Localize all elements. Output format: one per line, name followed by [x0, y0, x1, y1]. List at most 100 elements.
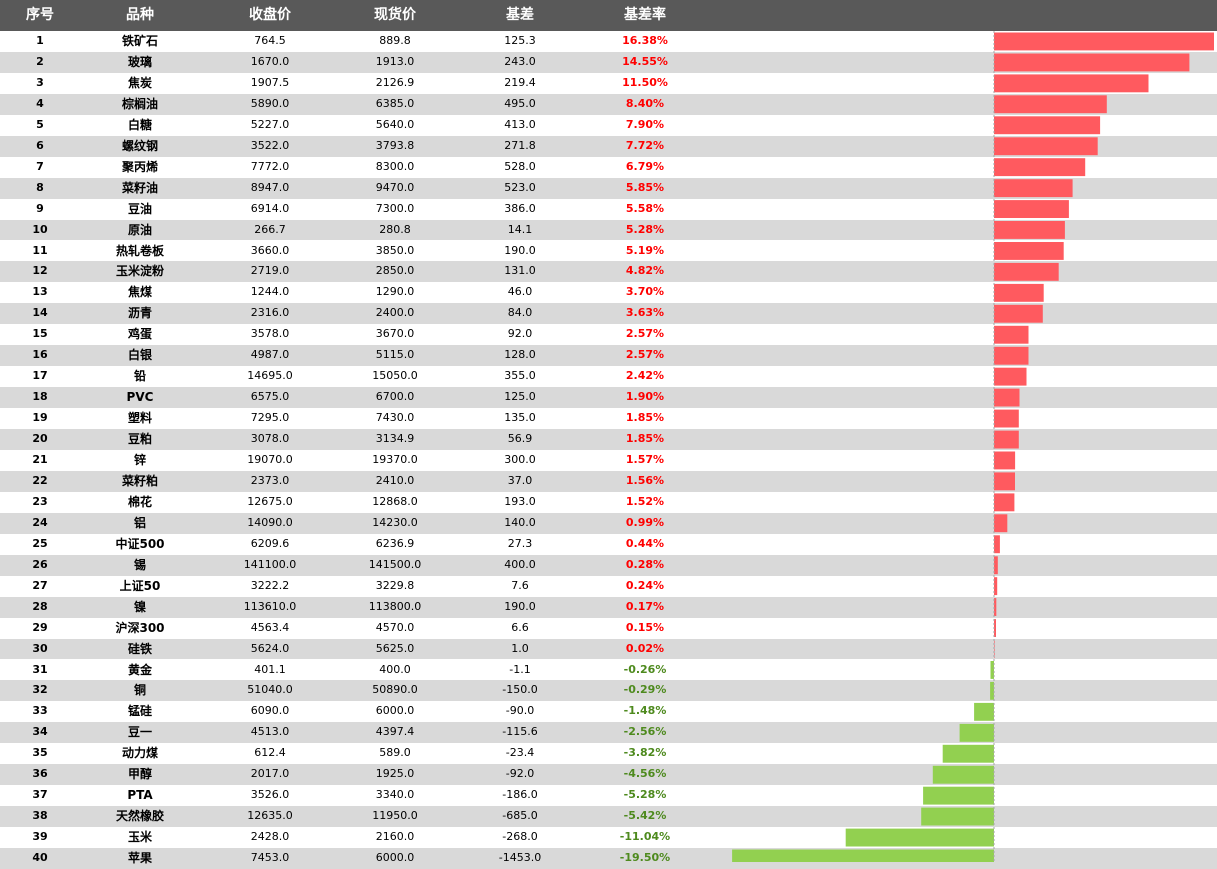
cell-index: 9	[36, 201, 44, 215]
cell-index: 40	[32, 851, 48, 865]
table-row: 39 玉米 2428.0 2160.0 -268.0 -11.04%	[0, 827, 1217, 848]
header-basis-rate: 基差率	[624, 7, 666, 23]
cell-spot-price: 6385.0	[375, 96, 415, 110]
cell-index: 25	[32, 536, 48, 550]
cell-basis: 386.0	[504, 201, 536, 215]
cell-spot-price: 7300.0	[375, 201, 415, 215]
cell-name: 铜	[133, 683, 146, 698]
cell-basis: -92.0	[505, 767, 535, 781]
cell-basis: -90.0	[505, 704, 535, 718]
cell-index: 35	[32, 746, 48, 760]
header-name: 品种	[126, 7, 154, 23]
table-row: 16 白银 4987.0 5115.0 128.0 2.57%	[0, 345, 1217, 367]
cell-index: 39	[32, 830, 48, 844]
cell-close-price: 5227.0	[250, 117, 290, 131]
cell-basis-rate: 0.17%	[625, 599, 665, 613]
cell-spot-price: 3340.0	[375, 788, 415, 802]
table-row: 26 锡 141100.0 141500.0 400.0 0.28%	[0, 554, 1217, 576]
cell-name: 沥青	[127, 306, 152, 321]
cell-name: 白糖	[127, 117, 152, 132]
cell-close-price: 2719.0	[250, 264, 290, 278]
cell-basis: 135.0	[504, 411, 536, 425]
cell-basis: 300.0	[504, 453, 536, 466]
cell-index: 13	[32, 285, 48, 299]
cell-close-price: 3222.2	[250, 578, 290, 592]
cell-name: 苹果	[127, 851, 152, 866]
cell-index: 7	[36, 159, 44, 173]
table-row: 36 甲醇 2017.0 1925.0 -92.0 -4.56%	[0, 764, 1217, 786]
cell-close-price: 4987.0	[250, 348, 290, 362]
cell-basis-rate: 0.02%	[625, 641, 665, 655]
cell-spot-price: 2400.0	[375, 306, 415, 320]
cell-close-price: 19070.0	[247, 453, 293, 466]
cell-index: 21	[32, 453, 48, 466]
cell-spot-price: 9470.0	[375, 180, 415, 194]
cell-basis-rate: -0.29%	[623, 683, 667, 697]
cell-close-price: 51040.0	[247, 683, 293, 697]
cell-spot-price: 7430.0	[375, 411, 415, 425]
cell-close-price: 5624.0	[250, 641, 290, 655]
cell-basis: 7.6	[511, 578, 529, 592]
cell-spot-price: 3793.8	[375, 138, 415, 152]
header-basis: 基差	[506, 7, 534, 23]
table-row: 32 铜 51040.0 50890.0 -150.0 -0.29%	[0, 680, 1217, 702]
cell-basis-rate: -4.56%	[623, 767, 667, 781]
cell-index: 38	[32, 809, 48, 823]
cell-name: 豆油	[127, 201, 152, 216]
cell-basis-rate: -5.28%	[623, 788, 667, 802]
cell-spot-price: 889.8	[379, 34, 411, 47]
table-row: 10 原油 266.7 280.8 14.1 5.28%	[0, 219, 1217, 241]
table-row: 23 棉花 12675.0 12868.0 193.0 1.52%	[0, 492, 1217, 513]
cell-name: 螺纹钢	[121, 138, 158, 153]
cell-name: 锌	[133, 453, 146, 467]
cell-close-price: 6914.0	[250, 201, 290, 215]
cell-basis: -685.0	[502, 809, 538, 823]
cell-basis: 271.8	[504, 138, 536, 152]
table-row: 40 苹果 7453.0 6000.0 -1453.0 -19.50%	[0, 848, 1217, 869]
cell-basis: 190.0	[504, 243, 536, 257]
cell-basis: 56.9	[507, 432, 533, 446]
cell-index: 6	[36, 138, 44, 152]
cell-name: 锡	[133, 557, 146, 572]
cell-basis-rate: -11.04%	[619, 830, 671, 844]
table-row: 25 中证500 6209.6 6236.9 27.3 0.44%	[0, 534, 1217, 555]
cell-basis-rate: 5.58%	[625, 201, 665, 215]
cell-basis: 495.0	[504, 96, 536, 110]
header-close-price: 收盘价	[249, 7, 291, 23]
cell-spot-price: 19370.0	[372, 453, 418, 466]
cell-basis-rate: 1.90%	[625, 390, 665, 404]
cell-index: 32	[32, 683, 48, 697]
table-row: 31 黄金 401.1 400.0 -1.1 -0.26%	[0, 660, 1217, 681]
cell-spot-price: 4570.0	[375, 620, 415, 634]
cell-index: 34	[32, 725, 48, 739]
cell-name: 玉米淀粉	[115, 264, 164, 279]
cell-index: 37	[32, 788, 48, 802]
table-row: 7 聚丙烯 7772.0 8300.0 528.0 6.79%	[0, 157, 1217, 178]
cell-basis-rate: 0.44%	[625, 536, 665, 550]
cell-name: 沪深300	[115, 620, 165, 635]
cell-basis: 1.0	[511, 641, 529, 655]
cell-basis-rate: -5.42%	[623, 809, 667, 823]
cell-close-price: 7772.0	[250, 159, 290, 173]
cell-name: 焦炭	[127, 75, 152, 90]
cell-name: 铁矿石	[121, 34, 158, 48]
cell-basis-rate: 3.63%	[625, 306, 665, 320]
cell-spot-price: 589.0	[379, 746, 411, 760]
table-row: 34 豆一 4513.0 4397.4 -115.6 -2.56%	[0, 722, 1217, 744]
cell-basis: -1.1	[509, 662, 531, 676]
cell-basis-rate: 2.42%	[625, 369, 665, 383]
cell-close-price: 14695.0	[247, 369, 293, 383]
cell-name: 天然橡胶	[115, 809, 164, 824]
cell-basis: 400.0	[504, 557, 536, 571]
cell-basis: 27.3	[507, 536, 533, 550]
cell-index: 36	[32, 767, 48, 781]
cell-spot-price: 14230.0	[372, 515, 418, 529]
cell-basis: 92.0	[507, 327, 533, 341]
cell-close-price: 612.4	[254, 746, 286, 760]
cell-name: PVC	[126, 390, 154, 405]
cell-name: 豆一	[127, 725, 152, 740]
cell-name: 玻璃	[127, 54, 152, 69]
cell-basis: -268.0	[502, 830, 538, 844]
cell-basis: -150.0	[502, 683, 538, 697]
cell-basis: 125.0	[504, 390, 536, 404]
